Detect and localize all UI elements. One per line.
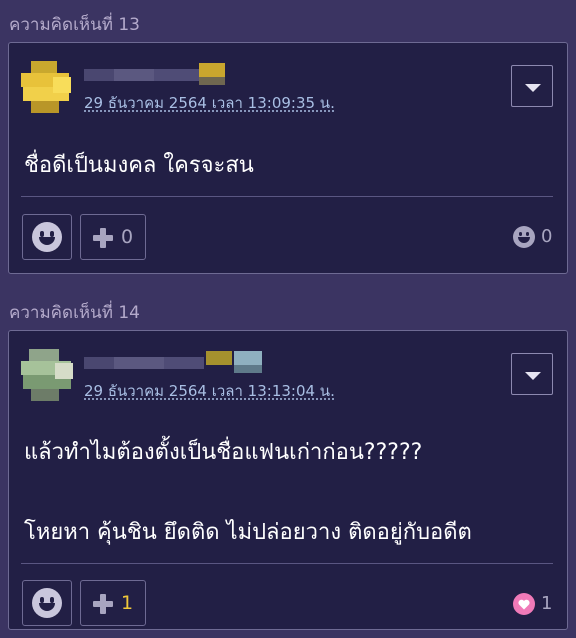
avatar[interactable] (21, 349, 73, 401)
smile-icon (513, 226, 535, 248)
comment-body-line: แล้วทำไมต้องตั้งเป็นชื่อแฟนเก่าก่อน????? (24, 440, 423, 465)
comment-options-button[interactable] (511, 353, 553, 395)
divider (21, 563, 553, 564)
reaction-count: 0 (541, 226, 553, 247)
divider (21, 196, 553, 197)
username-blurred[interactable] (84, 63, 234, 85)
comment-14-label: ความคิดเห็นที่ 14 (9, 303, 140, 323)
plus-vote-button[interactable]: 1 (80, 580, 146, 626)
avatar[interactable] (21, 61, 73, 113)
chevron-down-icon (525, 372, 541, 380)
comment-body-line: โหยหา คุ้นชิน ยึดติด ไม่ปล่อยวาง ติดอยู่… (24, 520, 472, 545)
emotion-button[interactable] (22, 214, 72, 260)
heart-icon (513, 593, 535, 615)
plus-icon (93, 594, 113, 614)
username-blurred[interactable] (84, 351, 274, 373)
comment-timestamp[interactable]: 29 ธันวาคม 2564 เวลา 13:13:04 น. (84, 379, 335, 403)
chevron-down-icon (525, 84, 541, 92)
comment-options-button[interactable] (511, 65, 553, 107)
heart-icon (518, 599, 530, 610)
plus-count: 0 (121, 226, 134, 248)
comment-body-line: ชื่อดีเป็นมงคล ใครจะสน (24, 153, 254, 178)
reaction-summary[interactable]: 0 (513, 226, 553, 250)
comment-13-card: 29 ธันวาคม 2564 เวลา 13:09:35 น. ชื่อดีเ… (8, 42, 568, 274)
emotion-button[interactable] (22, 580, 72, 626)
smile-icon (32, 222, 62, 252)
reaction-summary[interactable]: 1 (513, 593, 553, 617)
plus-vote-button[interactable]: 0 (80, 214, 146, 260)
reaction-count: 1 (541, 593, 553, 614)
comment-13-label: ความคิดเห็นที่ 13 (9, 15, 140, 35)
comment-14-card: 29 ธันวาคม 2564 เวลา 13:13:04 น. แล้วทำไ… (8, 330, 568, 630)
smile-icon (32, 588, 62, 618)
plus-count: 1 (121, 592, 134, 614)
plus-icon (93, 228, 113, 248)
comment-timestamp[interactable]: 29 ธันวาคม 2564 เวลา 13:09:35 น. (84, 91, 335, 115)
